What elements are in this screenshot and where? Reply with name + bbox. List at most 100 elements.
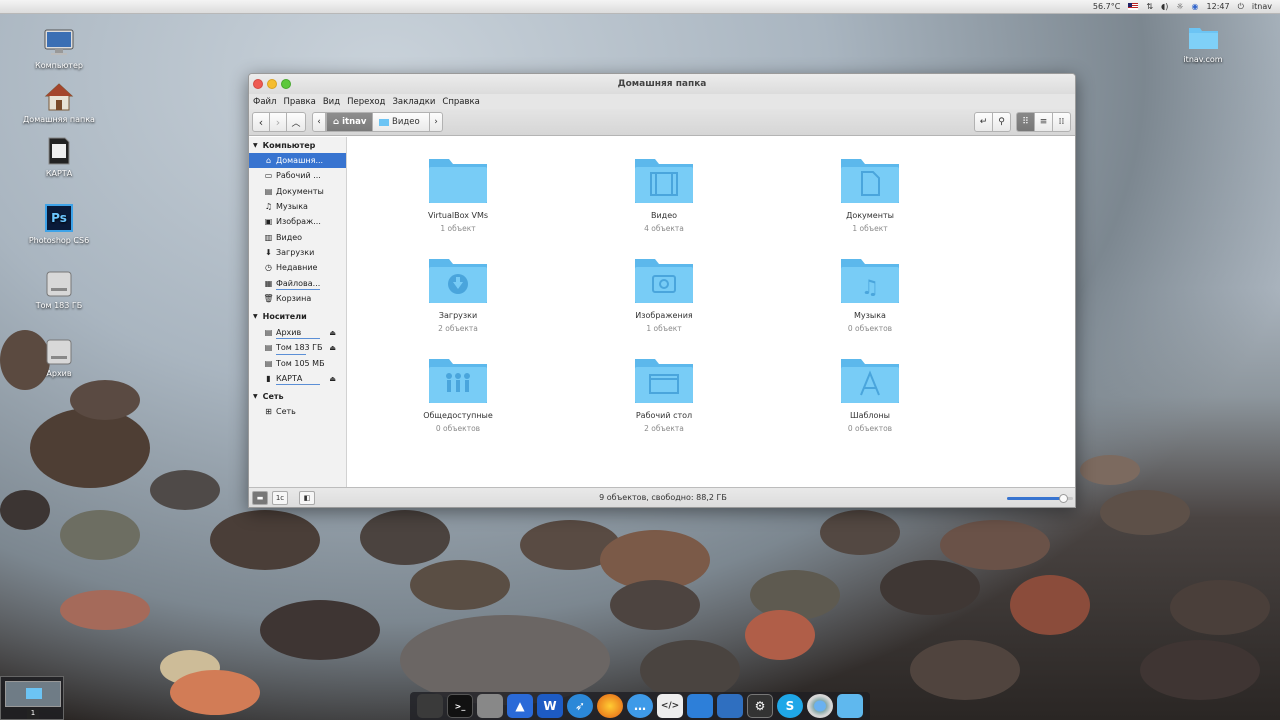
sidebar-item-sd-card[interactable]: ▮ КАРТА ⏏ <box>249 371 346 386</box>
menu-edit[interactable]: Правка <box>283 97 315 107</box>
sidebar-section-computer[interactable]: ▼ Компьютер <box>249 137 346 153</box>
maximize-button[interactable] <box>281 79 291 89</box>
menu-help[interactable]: Справка <box>442 97 479 107</box>
desktop-icon-archive[interactable]: Архив <box>17 336 101 378</box>
path-left-button[interactable]: ‹ <box>312 112 326 132</box>
folder-item-public[interactable]: Общедоступные 0 объектов <box>398 355 518 433</box>
zoom-slider[interactable] <box>1007 494 1073 503</box>
pictures-icon: ▣ <box>264 217 273 227</box>
breadcrumb-home[interactable]: ⌂ itnav <box>326 112 373 132</box>
sidebar-item-recent[interactable]: ◷ Недавние <box>249 260 346 275</box>
folder-templates-icon <box>841 359 899 403</box>
sidebar-item-desktop[interactable]: ▭ Рабочий ... <box>249 168 346 183</box>
sidebar-item-downloads[interactable]: ⬇ Загрузки <box>249 245 346 260</box>
drive-icon <box>44 268 74 298</box>
menu-go[interactable]: Переход <box>347 97 385 107</box>
list-view-button[interactable]: ≡ <box>1034 112 1053 132</box>
drive-icon <box>44 336 74 366</box>
network-icon: ⊞ <box>265 407 272 417</box>
desktop-icon: ▭ <box>264 171 273 181</box>
screenshot-icon[interactable] <box>687 694 713 718</box>
browser-bird-icon[interactable]: ➶ <box>567 694 593 718</box>
brightness-icon[interactable]: ☼ <box>1176 2 1183 11</box>
code-editor-icon[interactable]: </> <box>657 694 683 718</box>
titlebar[interactable]: Домашняя папка <box>249 74 1075 94</box>
folder-item-templates[interactable]: Шаблоны 0 объектов <box>810 355 930 433</box>
columns-icon: ⁞⁞ <box>1058 117 1065 127</box>
workspace-thumbnail[interactable] <box>5 681 61 707</box>
power-icon[interactable]: ⏻ <box>1238 2 1244 12</box>
sidebar-item-network[interactable]: ⊞ Сеть <box>249 404 346 419</box>
sidebar-item-label: Загрузки <box>276 247 315 257</box>
up-button[interactable]: ︿ <box>286 112 306 132</box>
menubar: Файл Правка Вид Переход Закладки Справка <box>249 94 1075 109</box>
user-label[interactable]: itnav <box>1252 2 1272 11</box>
sidebar-item-trash[interactable]: 🗑 Корзина <box>249 291 346 306</box>
close-button[interactable] <box>253 79 263 89</box>
back-button[interactable]: ‹ <box>252 112 270 132</box>
compact-view-button[interactable]: ⁞⁞ <box>1052 112 1071 132</box>
forward-button[interactable]: › <box>269 112 287 132</box>
folder-item-music[interactable]: ♫ Музыка 0 объектов <box>810 255 930 333</box>
sidebar-item-volume-183[interactable]: ▤ Том 183 ГБ ⏏ <box>249 340 346 355</box>
menu-file[interactable]: Файл <box>253 97 276 107</box>
folder-icon <box>26 688 42 699</box>
path-right-button[interactable]: › <box>429 112 443 132</box>
icon-view-button[interactable]: ⠿ <box>1016 112 1035 132</box>
folder-item-desktop[interactable]: Рабочий стол 2 объекта <box>604 355 724 433</box>
desktop-icon-computer[interactable]: Компьютер <box>17 28 101 70</box>
settings-icon[interactable]: ⚙ <box>747 694 773 718</box>
folder-item-downloads[interactable]: Загрузки 2 объекта <box>398 255 518 333</box>
sidebar-item-label: Документы <box>276 186 324 196</box>
breadcrumb-label: itnav <box>342 117 367 127</box>
sidebar-section-network[interactable]: ▼ Сеть <box>249 388 346 404</box>
sidebar-item-label: Домашня... <box>276 156 324 166</box>
clock-label[interactable]: 12:47 <box>1207 2 1230 11</box>
deepin-icon[interactable]: ▲ <box>507 694 533 718</box>
usb-icon[interactable] <box>477 694 503 718</box>
desktop-icon-volume-183[interactable]: Том 183 ГБ <box>17 268 101 310</box>
sidebar-item-music[interactable]: ♫ Музыка <box>249 199 346 214</box>
sidebar-item-video[interactable]: ▥ Видео <box>249 229 346 244</box>
wps-writer-icon[interactable]: W <box>537 694 563 718</box>
minimize-button[interactable] <box>267 79 277 89</box>
temperature-indicator[interactable]: 56.7°C <box>1093 2 1120 11</box>
desktop-icon-itnav[interactable]: itnav.com <box>1161 22 1245 64</box>
location-toggle-button[interactable]: ↵ <box>974 112 993 132</box>
desktop-icon-home[interactable]: Домашняя папка <box>17 82 101 124</box>
volume-icon[interactable]: ◖) <box>1161 2 1168 11</box>
flag-us-icon[interactable] <box>1128 3 1139 10</box>
files-app-icon[interactable] <box>417 694 443 718</box>
folder-item-documents[interactable]: Документы 1 объект <box>810 155 930 233</box>
bluetooth-icon[interactable]: ◉ <box>1192 2 1199 11</box>
desktop-icon-photoshop[interactable]: Ps Photoshop CS6 <box>17 203 101 245</box>
firefox-icon[interactable] <box>597 694 623 718</box>
breadcrumb-video[interactable]: Видео <box>372 112 430 132</box>
folder-item-video[interactable]: Видео 4 объекта <box>604 155 724 233</box>
menu-bookmarks[interactable]: Закладки <box>392 97 435 107</box>
chromium-icon[interactable] <box>807 694 833 718</box>
eject-icon[interactable]: ⏏ <box>329 344 336 352</box>
chat-icon[interactable]: … <box>627 694 653 718</box>
menu-view[interactable]: Вид <box>323 97 340 107</box>
sidebar-item-documents[interactable]: ▤ Документы <box>249 184 346 199</box>
sidebar-item-filesystem[interactable]: ▦ Файлова... <box>249 275 346 290</box>
eject-icon[interactable]: ⏏ <box>329 375 336 383</box>
toolbar: ‹ › ︿ ‹ ⌂ itnav Видео › ↵ ⚲ ⠿ ≡ ⁞⁞ <box>249 109 1075 136</box>
skype-icon[interactable]: S <box>777 694 803 718</box>
sidebar-item-home[interactable]: ⌂ Домашня... <box>249 153 346 169</box>
workspace-switcher[interactable]: 1 <box>0 676 64 720</box>
sidebar-item-pictures[interactable]: ▣ Изображ... <box>249 214 346 229</box>
search-button[interactable]: ⚲ <box>992 112 1011 132</box>
eject-icon[interactable]: ⏏ <box>329 329 336 337</box>
terminal-icon[interactable]: >_ <box>447 694 473 718</box>
folder-item-virtualbox[interactable]: VirtualBox VMs 1 объект <box>398 155 518 233</box>
sidebar-item-volume-105[interactable]: ▤ Том 105 МБ <box>249 356 346 371</box>
sidebar-item-archive[interactable]: ▤ Архив ⏏ <box>249 325 346 340</box>
sidebar-section-devices[interactable]: ▼ Носители <box>249 309 346 325</box>
network-icon[interactable]: ⇅ <box>1146 2 1153 11</box>
desktop-icon-sd-card[interactable]: КАРТА <box>17 136 101 178</box>
files-folder-icon[interactable] <box>837 694 863 718</box>
folder-item-pictures[interactable]: Изображения 1 объект <box>604 255 724 333</box>
system-monitor-icon[interactable] <box>717 694 743 718</box>
